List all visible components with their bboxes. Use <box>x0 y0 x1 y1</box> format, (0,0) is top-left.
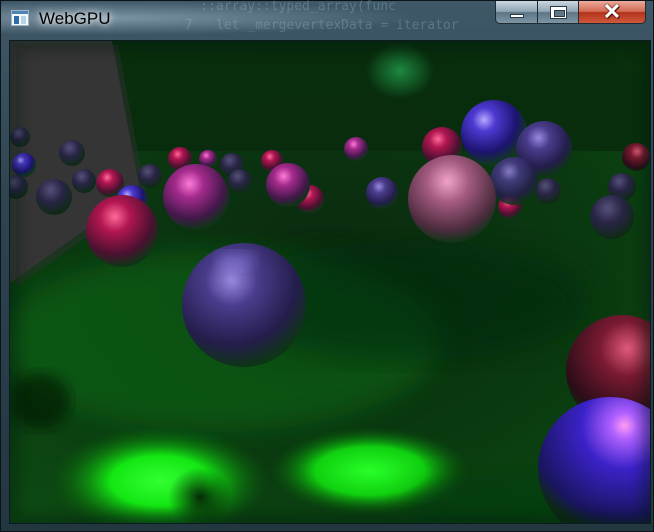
minimize-icon <box>510 14 524 18</box>
app-window: ::array::typed_array(func 7 let _mergeve… <box>0 0 654 532</box>
render-scene <box>10 41 650 523</box>
background-code-ghost: ::array::typed_array(func 7 let _mergeve… <box>169 0 499 37</box>
close-icon: ✕ <box>602 0 622 24</box>
window-title: WebGPU <box>39 9 111 28</box>
maximize-button[interactable] <box>537 1 579 24</box>
webgpu-render-canvas[interactable] <box>9 40 651 524</box>
background-code-line-1: ::array::typed_array(func <box>169 0 396 14</box>
window-app-icon[interactable] <box>11 10 29 26</box>
maximize-icon <box>550 6 567 19</box>
background-code-line-2: 7 let _mergevertexData = iterator <box>169 18 459 33</box>
title-bar[interactable]: ::array::typed_array(func 7 let _mergeve… <box>1 0 653 37</box>
minimize-button[interactable] <box>495 1 538 24</box>
close-button[interactable]: ✕ <box>578 1 646 24</box>
